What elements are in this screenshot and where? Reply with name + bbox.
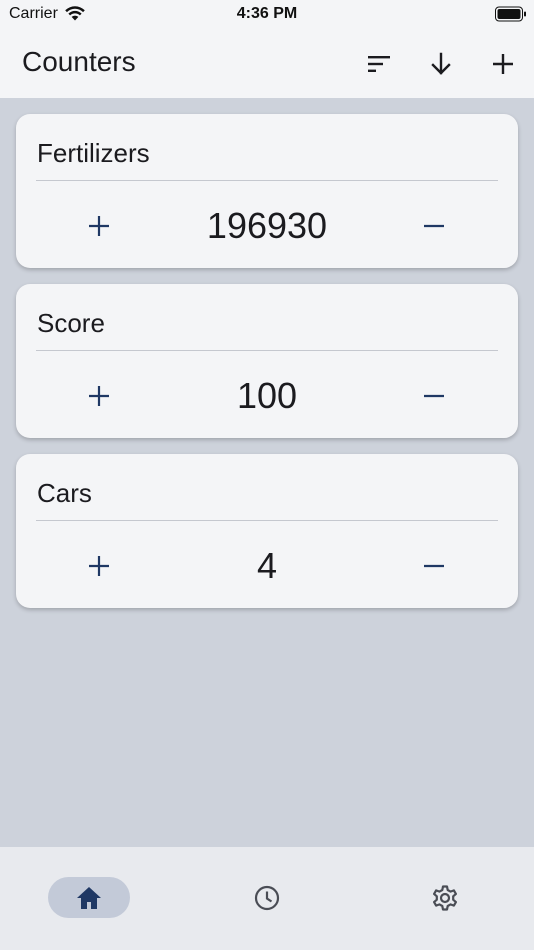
counter-name: Cars [37, 478, 92, 508]
decrement-button[interactable] [410, 542, 458, 590]
increment-button[interactable] [75, 202, 123, 250]
decrement-button[interactable] [410, 202, 458, 250]
nav-item-home[interactable] [48, 877, 130, 918]
counter-name: Fertilizers [37, 138, 150, 168]
divider [36, 180, 498, 181]
clock-icon [254, 885, 280, 910]
divider [36, 520, 498, 521]
nav-item-settings[interactable] [404, 877, 486, 918]
counter-value: 100 [236, 375, 298, 416]
sort-icon [368, 56, 390, 72]
gear-icon [433, 884, 457, 911]
app-bar: Counters [0, 30, 534, 98]
status-bar: Carrier 4:36 PM [0, 0, 534, 30]
status-time: 4:36 PM [236, 5, 298, 22]
home-icon [77, 886, 101, 909]
minus-icon [424, 224, 444, 228]
counter-card[interactable]: Cars 4 [16, 454, 518, 608]
battery-icon [495, 6, 526, 22]
counter-card[interactable]: Fertilizers 196930 [16, 114, 518, 268]
plus-icon [89, 556, 109, 576]
nav-item-history[interactable] [226, 877, 308, 918]
arrow-down-icon [431, 52, 451, 75]
sort-direction-button[interactable] [421, 44, 461, 84]
plus-icon [89, 216, 109, 236]
add-counter-button[interactable] [483, 44, 523, 84]
decrement-button[interactable] [410, 372, 458, 420]
plus-icon [493, 54, 513, 74]
bottom-navigation [0, 847, 534, 950]
sort-button[interactable] [359, 44, 399, 84]
counter-name: Score [37, 308, 105, 338]
counter-card[interactable]: Score 100 [16, 284, 518, 438]
divider [36, 350, 498, 351]
minus-icon [424, 564, 444, 568]
page-title: Counters [22, 46, 136, 77]
increment-button[interactable] [75, 542, 123, 590]
plus-icon [89, 386, 109, 406]
screen: Carrier 4:36 PM Counters Fertilizers 196… [0, 0, 534, 950]
counter-value: 4 [256, 545, 278, 586]
minus-icon [424, 394, 444, 398]
increment-button[interactable] [75, 372, 123, 420]
counter-value: 196930 [206, 205, 328, 246]
